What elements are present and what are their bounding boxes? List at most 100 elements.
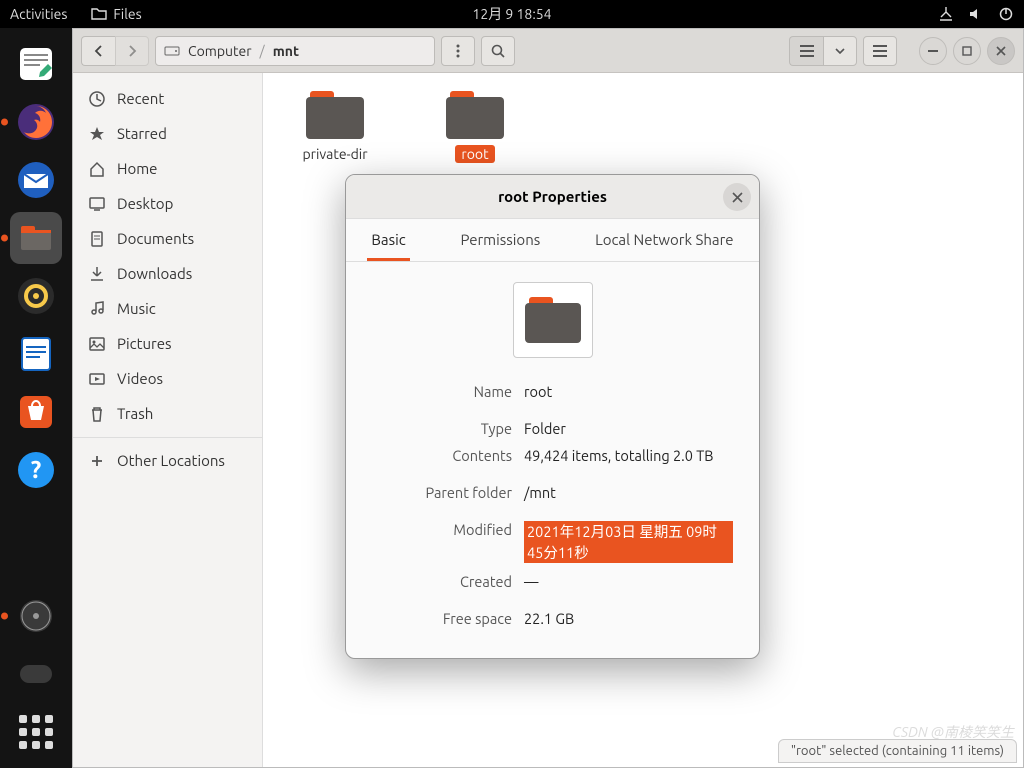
dock-software[interactable] [10, 386, 62, 438]
dock-disk[interactable] [10, 590, 62, 642]
sidebar-item-label: Desktop [117, 195, 173, 212]
app-name-label: Files [113, 6, 141, 22]
label-contents: Contents [372, 447, 512, 464]
properties-dialog: root Properties Basic Permissions Local … [345, 174, 760, 659]
maximize-button[interactable] [953, 37, 981, 65]
recent-icon [89, 91, 105, 107]
sidebar-item-label: Other Locations [117, 452, 225, 469]
drive-icon [164, 44, 180, 58]
search-icon [491, 44, 505, 58]
folder-icon [446, 91, 504, 139]
sidebar-item-documents[interactable]: Documents [73, 221, 262, 256]
top-bar: Activities Files 12月 9 18:54 [0, 0, 1024, 28]
activities-button[interactable]: Activities [10, 6, 67, 22]
apps-grid-icon [19, 715, 53, 749]
label-name: Name [372, 383, 512, 400]
nav-buttons [81, 36, 149, 66]
folder-icon [91, 7, 107, 21]
tab-basic[interactable]: Basic [367, 219, 409, 261]
view-dropdown-button[interactable] [823, 36, 857, 66]
sidebar-item-label: Starred [117, 125, 167, 142]
close-button[interactable] [987, 37, 1015, 65]
volume-icon[interactable] [968, 6, 984, 22]
minimize-button[interactable] [919, 37, 947, 65]
view-list-button[interactable] [789, 36, 823, 66]
sidebar-item-home[interactable]: Home [73, 151, 262, 186]
tab-permissions[interactable]: Permissions [457, 219, 545, 261]
forward-button[interactable] [115, 36, 149, 66]
value-created: — [524, 573, 733, 590]
sidebar-item-other[interactable]: Other Locations [73, 437, 262, 478]
starred-icon [89, 126, 105, 142]
path-root[interactable]: Computer [188, 43, 252, 59]
sidebar-item-trash[interactable]: Trash [73, 396, 262, 431]
label-parent: Parent folder [372, 484, 512, 501]
close-icon [996, 46, 1006, 56]
status-bar: "root" selected (containing 11 items) [778, 739, 1017, 763]
videos-icon [89, 371, 105, 387]
dock: ? [0, 28, 72, 768]
svg-text:?: ? [31, 456, 42, 483]
folder-preview [513, 282, 593, 358]
tab-network-share[interactable]: Local Network Share [591, 219, 738, 261]
value-type: Folder [524, 420, 733, 437]
file-item[interactable]: private-dir [285, 91, 385, 163]
toolbar: Computer / mnt [73, 29, 1023, 73]
value-modified: 2021年12月03日 星期五 09时45分11秒 [524, 521, 733, 563]
path-bar[interactable]: Computer / mnt [155, 36, 435, 66]
network-icon[interactable] [938, 6, 954, 22]
dialog-title: root Properties [498, 188, 607, 205]
dock-help[interactable]: ? [10, 444, 62, 496]
file-item[interactable]: root [425, 91, 525, 163]
sidebar-item-label: Home [117, 160, 157, 177]
sidebar-item-pictures[interactable]: Pictures [73, 326, 262, 361]
sidebar-item-label: Trash [117, 405, 153, 422]
home-icon [89, 161, 105, 177]
label-created: Created [372, 573, 512, 590]
sidebar-item-starred[interactable]: Starred [73, 116, 262, 151]
power-icon[interactable] [998, 6, 1014, 22]
label-modified: Modified [372, 521, 512, 563]
dock-rhythmbox[interactable] [10, 270, 62, 322]
sidebar-item-downloads[interactable]: Downloads [73, 256, 262, 291]
sidebar-item-label: Pictures [117, 335, 172, 352]
value-contents: 49,424 items, totalling 2.0 TB [524, 447, 733, 464]
desktop-icon [89, 196, 105, 212]
sidebar-item-recent[interactable]: Recent [73, 81, 262, 116]
sidebar-item-label: Documents [117, 230, 194, 247]
documents-icon [89, 231, 105, 247]
chevron-down-icon [835, 48, 845, 54]
dock-removable[interactable] [10, 648, 62, 700]
sidebar-item-desktop[interactable]: Desktop [73, 186, 262, 221]
trash-icon [89, 406, 105, 422]
file-label: private-dir [296, 145, 373, 163]
path-menu-button[interactable] [441, 36, 475, 66]
show-applications[interactable] [10, 706, 62, 758]
sidebar-item-label: Downloads [117, 265, 192, 282]
dialog-close-button[interactable] [723, 183, 751, 211]
pictures-icon [89, 336, 105, 352]
clock[interactable]: 12月 9 18:54 [472, 4, 551, 24]
sidebar-item-label: Music [117, 300, 156, 317]
dialog-tabs: Basic Permissions Local Network Share [346, 219, 759, 262]
folder-icon [306, 91, 364, 139]
value-name: root [524, 383, 733, 400]
search-button[interactable] [481, 36, 515, 66]
dock-writer[interactable] [10, 328, 62, 380]
sidebar-item-music[interactable]: Music [73, 291, 262, 326]
dock-firefox[interactable] [10, 96, 62, 148]
dock-text-editor[interactable] [10, 38, 62, 90]
back-button[interactable] [81, 36, 115, 66]
path-segment[interactable]: mnt [273, 43, 299, 59]
dialog-title-bar[interactable]: root Properties [346, 175, 759, 219]
dock-files[interactable] [10, 212, 62, 264]
sidebar-item-videos[interactable]: Videos [73, 361, 262, 396]
hamburger-menu-button[interactable] [863, 36, 897, 66]
app-menu[interactable]: Files [91, 6, 141, 22]
downloads-icon [89, 266, 105, 282]
sidebar-item-label: Videos [117, 370, 163, 387]
music-icon [89, 301, 105, 317]
dock-thunderbird[interactable] [10, 154, 62, 206]
label-type: Type [372, 420, 512, 437]
menu-icon [873, 45, 887, 57]
